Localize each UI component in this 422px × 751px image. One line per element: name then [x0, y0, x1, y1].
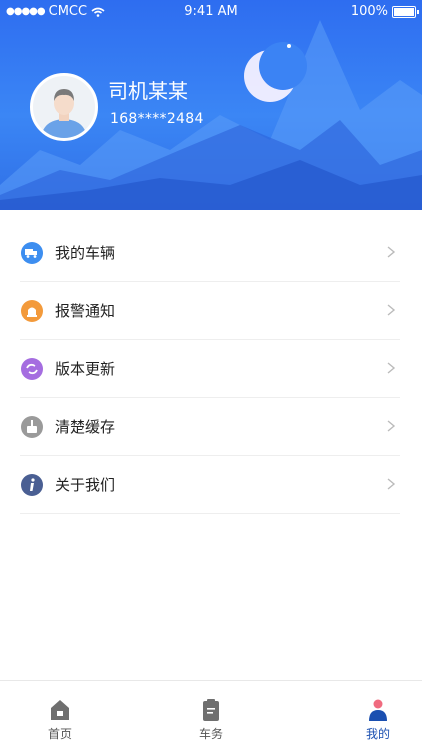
alarm-icon — [21, 299, 43, 322]
menu-item-clear-cache[interactable]: 清楚缓存 — [20, 398, 400, 456]
clipboard-icon — [203, 699, 219, 721]
chevron-right-icon — [387, 246, 396, 258]
chevron-right-icon — [387, 304, 396, 316]
truck-icon — [21, 241, 43, 264]
chevron-right-icon — [387, 420, 396, 432]
menu-item-my-vehicles[interactable]: 我的车辆 — [20, 224, 400, 282]
battery-percentage: 100% — [350, 4, 388, 19]
tab-vehicle-affairs[interactable]: 车务 — [161, 681, 261, 751]
avatar[interactable] — [30, 73, 98, 141]
home-icon — [51, 700, 69, 720]
chevron-right-icon — [387, 362, 396, 374]
menu-item-label: 清楚缓存 — [55, 418, 116, 436]
profile-header: ●●●●● CMCC 9:41 AM 100% 司机某某 168****2484 — [0, 0, 422, 210]
person-icon — [369, 699, 387, 721]
user-avatar-icon — [33, 76, 95, 138]
battery-icon — [392, 5, 419, 18]
status-bar: ●●●●● CMCC 9:41 AM 100% — [0, 0, 422, 24]
tab-label: 首页 — [47, 727, 72, 741]
tab-home[interactable]: 首页 — [10, 681, 110, 751]
menu-item-label: 报警通知 — [55, 302, 116, 320]
settings-menu: 我的车辆 报警通知 版本更新 清楚缓存 关于我们 — [20, 224, 400, 514]
menu-item-version-update[interactable]: 版本更新 — [20, 340, 400, 398]
chevron-right-icon — [387, 478, 396, 490]
driver-name: 司机某某 — [108, 79, 188, 103]
tab-label: 车务 — [198, 727, 223, 741]
tab-bar: 首页 车务 我的 — [0, 680, 422, 751]
menu-item-label: 关于我们 — [55, 476, 116, 494]
menu-item-alarm-notice[interactable]: 报警通知 — [20, 282, 400, 340]
menu-item-label: 我的车辆 — [55, 244, 116, 262]
refresh-icon — [21, 357, 43, 380]
tab-label: 我的 — [365, 727, 390, 741]
menu-item-label: 版本更新 — [55, 360, 116, 378]
menu-item-about-us[interactable]: 关于我们 — [20, 456, 400, 514]
tab-mine[interactable]: 我的 — [328, 681, 422, 751]
broom-icon — [21, 415, 43, 438]
phone-number: 168****2484 — [110, 111, 204, 127]
info-icon — [21, 473, 43, 496]
